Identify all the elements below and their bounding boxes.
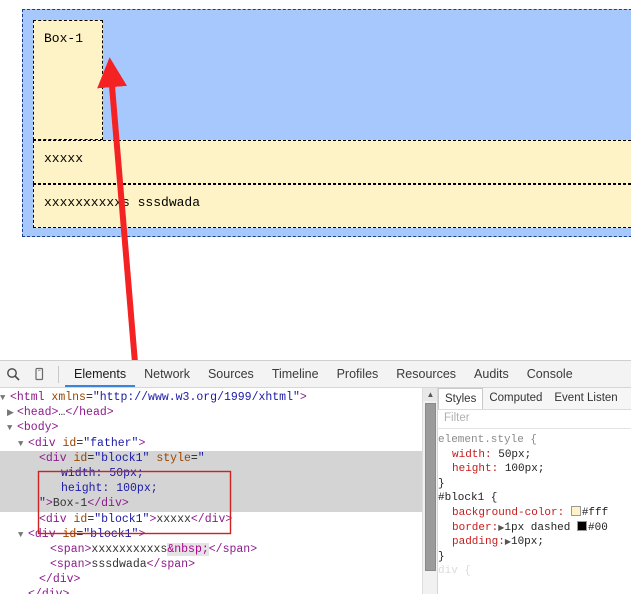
dom-tree-line[interactable]: </div> [0,572,437,587]
twisty-expanded-icon[interactable]: ▼ [18,528,28,543]
toolbar-divider [58,365,59,383]
style-rule-selector-text: element.style { [438,434,538,446]
style-property-value[interactable]: 10px; [511,536,544,548]
style-property-name[interactable]: width: [452,449,492,461]
dom-tree-line[interactable]: <div id="block1" style=" [0,450,437,466]
block1-box-1[interactable]: Box-1 [33,20,103,140]
style-rule-selector[interactable]: #block1 { [438,491,631,506]
dom-tree-line[interactable]: height: 100px; [0,481,437,497]
style-rule-close-brace-text: } [438,550,445,563]
dom-tree-line-content: <head>…</head> [17,406,114,420]
dom-tree-line-content: <div id="block1">xxxxx</div> [39,512,233,526]
style-declaration[interactable]: border:▶1px dashed #00 [438,520,631,536]
block1-box-2[interactable]: xxxxx [33,140,631,184]
dom-tree-line[interactable]: ▼ <div id="father"> [0,436,437,451]
style-rule-selector[interactable]: element.style { [438,433,631,448]
dom-tree-line-content: ">Box-1</div> [39,497,129,511]
dom-tree-line[interactable]: ▼ <body> [0,420,437,435]
style-property-name[interactable]: border: [452,522,498,534]
style-rule-selector-text: #block1 { [438,492,498,505]
color-swatch[interactable] [570,505,581,516]
dom-tree-line[interactable]: ▼ <div id="block1"> [0,527,437,542]
dom-tree-scrollbar[interactable]: ▲ [422,388,437,594]
twisty-expanded-icon[interactable]: ▼ [18,437,28,452]
color-swatch[interactable] [577,520,587,531]
dom-tree-line[interactable]: width: 50px; [0,465,437,482]
style-property-name[interactable]: padding: [452,536,505,548]
style-declaration[interactable]: padding:▶10px; [438,535,631,550]
tab-profiles[interactable]: Profiles [328,361,388,387]
style-rule-close-brace-text: } [438,477,445,490]
dom-tree-line-content: <div id="father"> [28,436,146,450]
style-declaration[interactable]: background-color: #fff [438,505,631,521]
style-rule-close-brace: } [438,550,631,565]
dom-tree-line[interactable]: ">Box-1</div> [0,496,437,512]
scroll-up-arrow-icon[interactable]: ▲ [423,388,437,401]
style-declaration[interactable]: height: 100px; [438,462,631,477]
dom-tree-line-content: <span>xxxxxxxxxxs&nbsp;</span> [50,542,258,556]
dom-tree-line-content: <div id="block1"> [28,527,146,541]
dom-tree-line[interactable]: ▼ <html xmlns="http://www.w3.org/1999/xht… [0,390,437,405]
style-property-value[interactable]: 1px dashed [504,522,577,534]
style-property-value[interactable]: #fff [582,507,608,519]
style-property-value[interactable]: 100px; [505,463,545,475]
style-rule-selector-text: div { [438,565,472,578]
dom-tree-line-content: width: 50px; [61,466,144,480]
block1-box-3-span2: sssdwada [137,195,201,210]
tab-network[interactable]: Network [135,361,199,387]
style-declaration[interactable]: width: 50px; [438,448,631,463]
styles-pane: Styles Computed Event Listen Filter elem… [437,388,631,594]
dom-tree[interactable]: ▼ <html xmlns="http://www.w3.org/1999/xht… [0,388,437,594]
tab-elements[interactable]: Elements [65,361,136,387]
twisty-expanded-icon[interactable]: ▼ [7,421,17,436]
tab-timeline[interactable]: Timeline [263,361,328,387]
tab-resources[interactable]: Resources [387,361,465,387]
browser-page-viewport: Box-1 xxxxx xxxxxxxxxxs sssdwada [0,0,631,360]
style-property-value[interactable]: 50px; [498,449,531,461]
devtools-panel: Elements Network Sources Timeline Profil… [0,360,631,594]
block1-box-2-text: xxxxx [44,151,84,166]
dom-tree-line-content: <body> [17,421,59,435]
styles-pane-tabs: Styles Computed Event Listen [438,388,631,410]
block1-box-3-span1: xxxxxxxxxxs [44,195,138,210]
dom-tree-line[interactable]: <div id="block1">xxxxx</div> [0,512,437,527]
style-property-name[interactable]: background-color: [452,507,564,519]
tab-event-listeners[interactable]: Event Listen [548,389,623,408]
tab-console[interactable]: Console [518,361,582,387]
twisty-expanded-icon[interactable]: ▼ [0,391,10,406]
dom-tree-line[interactable]: ▶ <head>…</head> [0,405,437,420]
dom-tree-line[interactable]: <span>xxxxxxxxxxs&nbsp;</span> [0,542,437,557]
dom-tree-line[interactable]: <span>sssdwada</span> [0,557,437,572]
scrollbar-thumb[interactable] [425,403,436,571]
dom-tree-line-content: <div id="block1" style=" [39,451,205,465]
devtools-body: ▼ <html xmlns="http://www.w3.org/1999/xht… [0,388,631,594]
devtools-toolbar: Elements Network Sources Timeline Profil… [0,361,631,388]
search-icon[interactable] [0,361,26,387]
tab-sources[interactable]: Sources [199,361,263,387]
block1-box-1-text: Box-1 [44,31,84,46]
dom-tree-line[interactable]: </div> [0,587,437,594]
dom-tree-line-content: height: 100px; [61,482,158,496]
father-container: Box-1 xxxxx xxxxxxxxxxs sssdwada [22,9,631,237]
dom-tree-pane[interactable]: ▼ <html xmlns="http://www.w3.org/1999/xht… [0,388,437,594]
dom-tree-line-content: <span>sssdwada</span> [50,558,195,572]
device-toggle-icon[interactable] [26,361,52,387]
twisty-collapsed-icon[interactable]: ▶ [7,406,17,421]
dom-tree-line-content: </div> [28,588,69,594]
styles-rules-list[interactable]: element.style { width: 50px; height: 100px… [438,429,631,579]
tab-computed[interactable]: Computed [483,389,548,408]
style-property-value[interactable]: #00 [588,522,608,534]
dom-tree-line-content: </div> [39,573,81,587]
dom-tree-line-content: <html xmlns="http://www.w3.org/1999/xhtm… [10,391,307,404]
block1-box-3[interactable]: xxxxxxxxxxs sssdwada [33,184,631,228]
tab-audits[interactable]: Audits [465,361,518,387]
styles-filter-input[interactable]: Filter [438,410,631,429]
style-rule-selector[interactable]: div { [438,564,631,579]
tab-styles[interactable]: Styles [438,388,484,409]
style-rule-close-brace: } [438,477,631,492]
style-property-name[interactable]: height: [452,463,498,475]
